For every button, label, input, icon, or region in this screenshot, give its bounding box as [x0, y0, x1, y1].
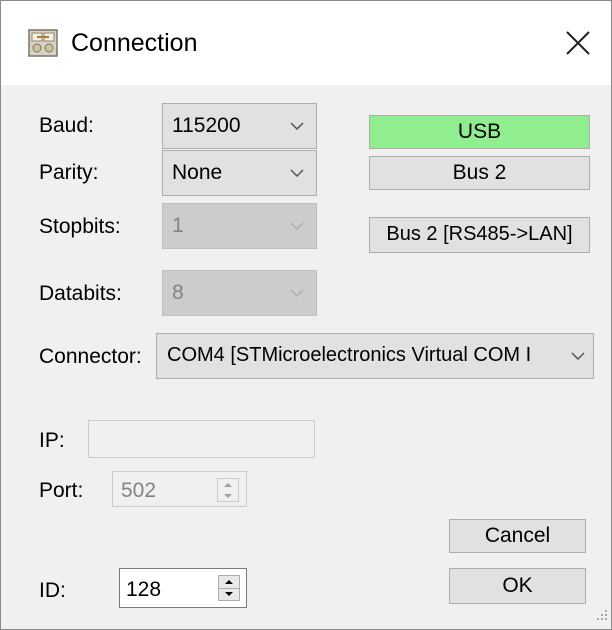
ip-input: [88, 420, 315, 458]
port-label: Port:: [39, 479, 84, 502]
bus2-rs485-lan-button[interactable]: Bus 2 [RS485->LAN]: [369, 217, 590, 253]
ip-label: IP:: [39, 429, 65, 452]
chevron-down-icon: [290, 289, 304, 297]
baud-value: 115200: [172, 114, 241, 137]
resize-grip-icon[interactable]: [596, 608, 608, 626]
chevron-down-icon: [571, 352, 585, 360]
chevron-down-icon: [290, 169, 304, 177]
bus2-button-label: Bus 2: [452, 161, 507, 184]
parity-label: Parity:: [39, 161, 99, 184]
usb-button[interactable]: USB: [369, 115, 590, 149]
id-stepper[interactable]: [218, 575, 240, 601]
connector-label: Connector:: [39, 345, 142, 368]
window-title: Connection: [71, 29, 198, 57]
stopbits-label: Stopbits:: [39, 215, 121, 238]
arrow-up-icon: [224, 483, 232, 487]
close-icon: [566, 31, 590, 55]
id-spinbox[interactable]: 128: [119, 568, 247, 608]
port-stepper: [217, 478, 239, 502]
chevron-down-icon: [290, 122, 304, 130]
chevron-down-icon: [290, 222, 304, 230]
parity-value: None: [172, 161, 223, 184]
ok-button-label: OK: [502, 574, 533, 597]
databits-select: 8: [162, 270, 317, 316]
parity-select[interactable]: None: [162, 150, 317, 196]
stopbits-value: 1: [172, 214, 184, 237]
databits-label: Databits:: [39, 282, 122, 305]
ok-button[interactable]: OK: [449, 568, 586, 604]
stopbits-select: 1: [162, 203, 317, 249]
arrow-down-icon: [224, 494, 232, 498]
arrow-down-icon: [225, 592, 233, 596]
close-button[interactable]: [553, 19, 603, 67]
id-value: 128: [126, 578, 162, 601]
usb-button-label: USB: [457, 120, 502, 143]
bus2-button[interactable]: Bus 2: [369, 156, 590, 190]
port-value: 502: [121, 479, 157, 502]
cancel-button-label: Cancel: [484, 524, 551, 547]
baud-select[interactable]: 115200: [162, 103, 317, 149]
databits-value: 8: [172, 281, 184, 304]
cancel-button[interactable]: Cancel: [449, 519, 586, 553]
port-spinbox: 502: [112, 471, 247, 507]
baud-label: Baud:: [39, 114, 94, 137]
connection-app-icon: [27, 27, 59, 59]
connector-value: COM4 [STMicroelectronics Virtual COM I: [167, 344, 532, 366]
arrow-up-icon: [225, 580, 233, 584]
title-bar: Connection: [1, 1, 611, 85]
connector-select[interactable]: COM4 [STMicroelectronics Virtual COM I: [156, 333, 594, 379]
connection-dialog: Connection Baud: 115200 Parity: None Sto…: [0, 0, 612, 630]
id-label: ID:: [39, 579, 66, 602]
bus2-rs485-lan-button-label: Bus 2 [RS485->LAN]: [386, 223, 573, 245]
id-stepper-down[interactable]: [219, 588, 239, 600]
